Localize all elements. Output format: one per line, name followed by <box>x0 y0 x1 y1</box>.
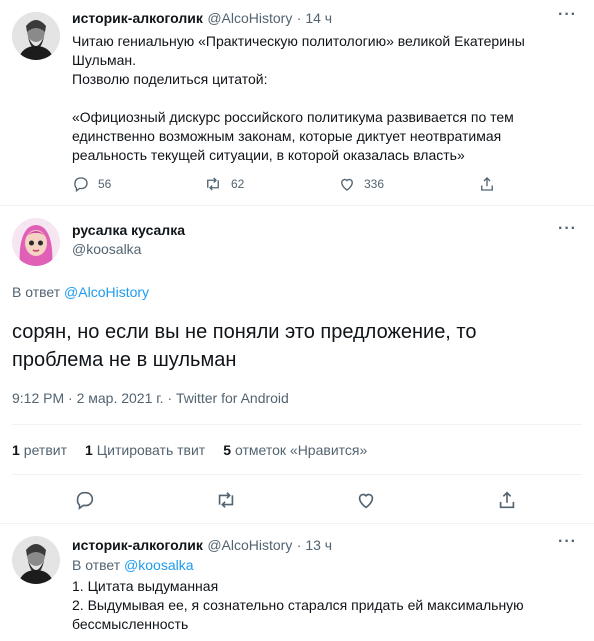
text-line: Шульман. <box>72 52 137 68</box>
share-button[interactable] <box>478 175 504 193</box>
more-icon[interactable]: ··· <box>558 533 577 551</box>
text-line: реальность текущей ситуации, в которой о… <box>72 147 465 163</box>
reply-icon <box>76 491 94 510</box>
reply-to-link[interactable]: @AlcoHistory <box>64 284 149 300</box>
reply-prefix: В ответ <box>72 557 121 573</box>
tweet-header: историк-алкоголик @AlcoHistory · 14 ч <box>72 10 332 28</box>
avatar-koosalka[interactable] <box>12 218 60 266</box>
text-line: проблема не в шульман <box>12 349 237 371</box>
retweet-count: 62 <box>231 177 245 191</box>
share-button[interactable] <box>496 489 518 516</box>
tweet-header: историк-алкоголик @AlcoHistory · 13 ч <box>72 537 332 555</box>
like-icon <box>341 178 353 191</box>
retweets-label: ретвит <box>23 442 67 458</box>
tweet-time[interactable]: · 13 ч <box>297 537 332 553</box>
author-handle[interactable]: @AlcoHistory <box>207 10 292 26</box>
avatar-alcohistory[interactable] <box>12 536 60 584</box>
share-icon <box>499 491 515 509</box>
like-button[interactable] <box>355 489 377 516</box>
text-line: Читаю гениальную «Практическую политолог… <box>72 33 525 49</box>
tweet-meta[interactable]: 9:12 PM · 2 мар. 2021 г. · Twitter for A… <box>12 390 289 406</box>
likes-label: отметок «Нравится» <box>235 442 368 458</box>
like-count: 336 <box>364 177 385 191</box>
reply-button[interactable] <box>74 489 96 516</box>
divider <box>12 424 582 425</box>
text-line <box>72 89 572 108</box>
tweet-text: 1. Цитата выдуманная 2. Выдумывая ее, я … <box>72 577 582 634</box>
stats-row: 1 ретвит 1 Цитировать твит 5 отметок «Нрави… <box>12 442 367 458</box>
main-tweet-text: сорян, но если вы не поняли это предложе… <box>12 318 476 374</box>
share-icon <box>481 177 493 191</box>
reply-prefix: В ответ <box>12 284 61 300</box>
reply-to-link[interactable]: @koosalka <box>124 557 193 573</box>
more-icon[interactable]: ··· <box>558 220 577 238</box>
reply-icon <box>74 177 88 193</box>
text-line: 2. Выдумывая ее, я сознательно старался … <box>72 597 524 613</box>
quotes-count: 1 <box>85 442 93 458</box>
like-button[interactable]: 336 <box>338 175 384 193</box>
retweets-count: 1 <box>12 442 20 458</box>
tweet-text: Читаю гениальную «Практическую политолог… <box>72 32 572 165</box>
divider <box>12 474 582 475</box>
reply-context: В ответ @AlcoHistory <box>12 284 149 300</box>
like-icon <box>358 493 374 509</box>
text-line: бессмысленность <box>72 616 189 632</box>
text-line: сорян, но если вы не поняли это предложе… <box>12 321 477 343</box>
quotes-stat[interactable]: 1 Цитировать твит <box>85 442 205 458</box>
likes-stat[interactable]: 5 отметок «Нравится» <box>223 442 367 458</box>
author-name[interactable]: русалка кусалка <box>72 222 185 238</box>
avatar-alcohistory[interactable] <box>12 12 60 60</box>
retweet-icon <box>218 492 234 508</box>
text-line: «Официозный дискурс российского политику… <box>72 109 514 125</box>
retweet-button[interactable]: 62 <box>203 175 244 193</box>
reply-context: В ответ @koosalka <box>72 557 194 573</box>
retweet-icon <box>207 177 219 191</box>
reply-count: 56 <box>98 177 112 191</box>
retweets-stat[interactable]: 1 ретвит <box>12 442 67 458</box>
reply-button[interactable]: 56 <box>72 175 111 193</box>
author-handle[interactable]: @koosalka <box>72 241 141 257</box>
divider <box>0 205 594 206</box>
author-name[interactable]: историк-алкоголик <box>72 10 203 26</box>
more-icon[interactable]: ··· <box>558 6 577 24</box>
text-line: единственно возможным законам, которые д… <box>72 128 502 144</box>
author-name[interactable]: историк-алкоголик <box>72 537 203 553</box>
tweet-time[interactable]: · 14 ч <box>297 10 332 26</box>
text-line: Позволю поделиться цитатой: <box>72 71 268 87</box>
quotes-label: Цитировать твит <box>96 442 206 458</box>
retweet-button[interactable] <box>214 489 238 516</box>
text-line: 1. Цитата выдуманная <box>72 578 219 594</box>
likes-count: 5 <box>223 442 232 458</box>
author-handle[interactable]: @AlcoHistory <box>207 537 292 553</box>
divider <box>0 523 594 524</box>
